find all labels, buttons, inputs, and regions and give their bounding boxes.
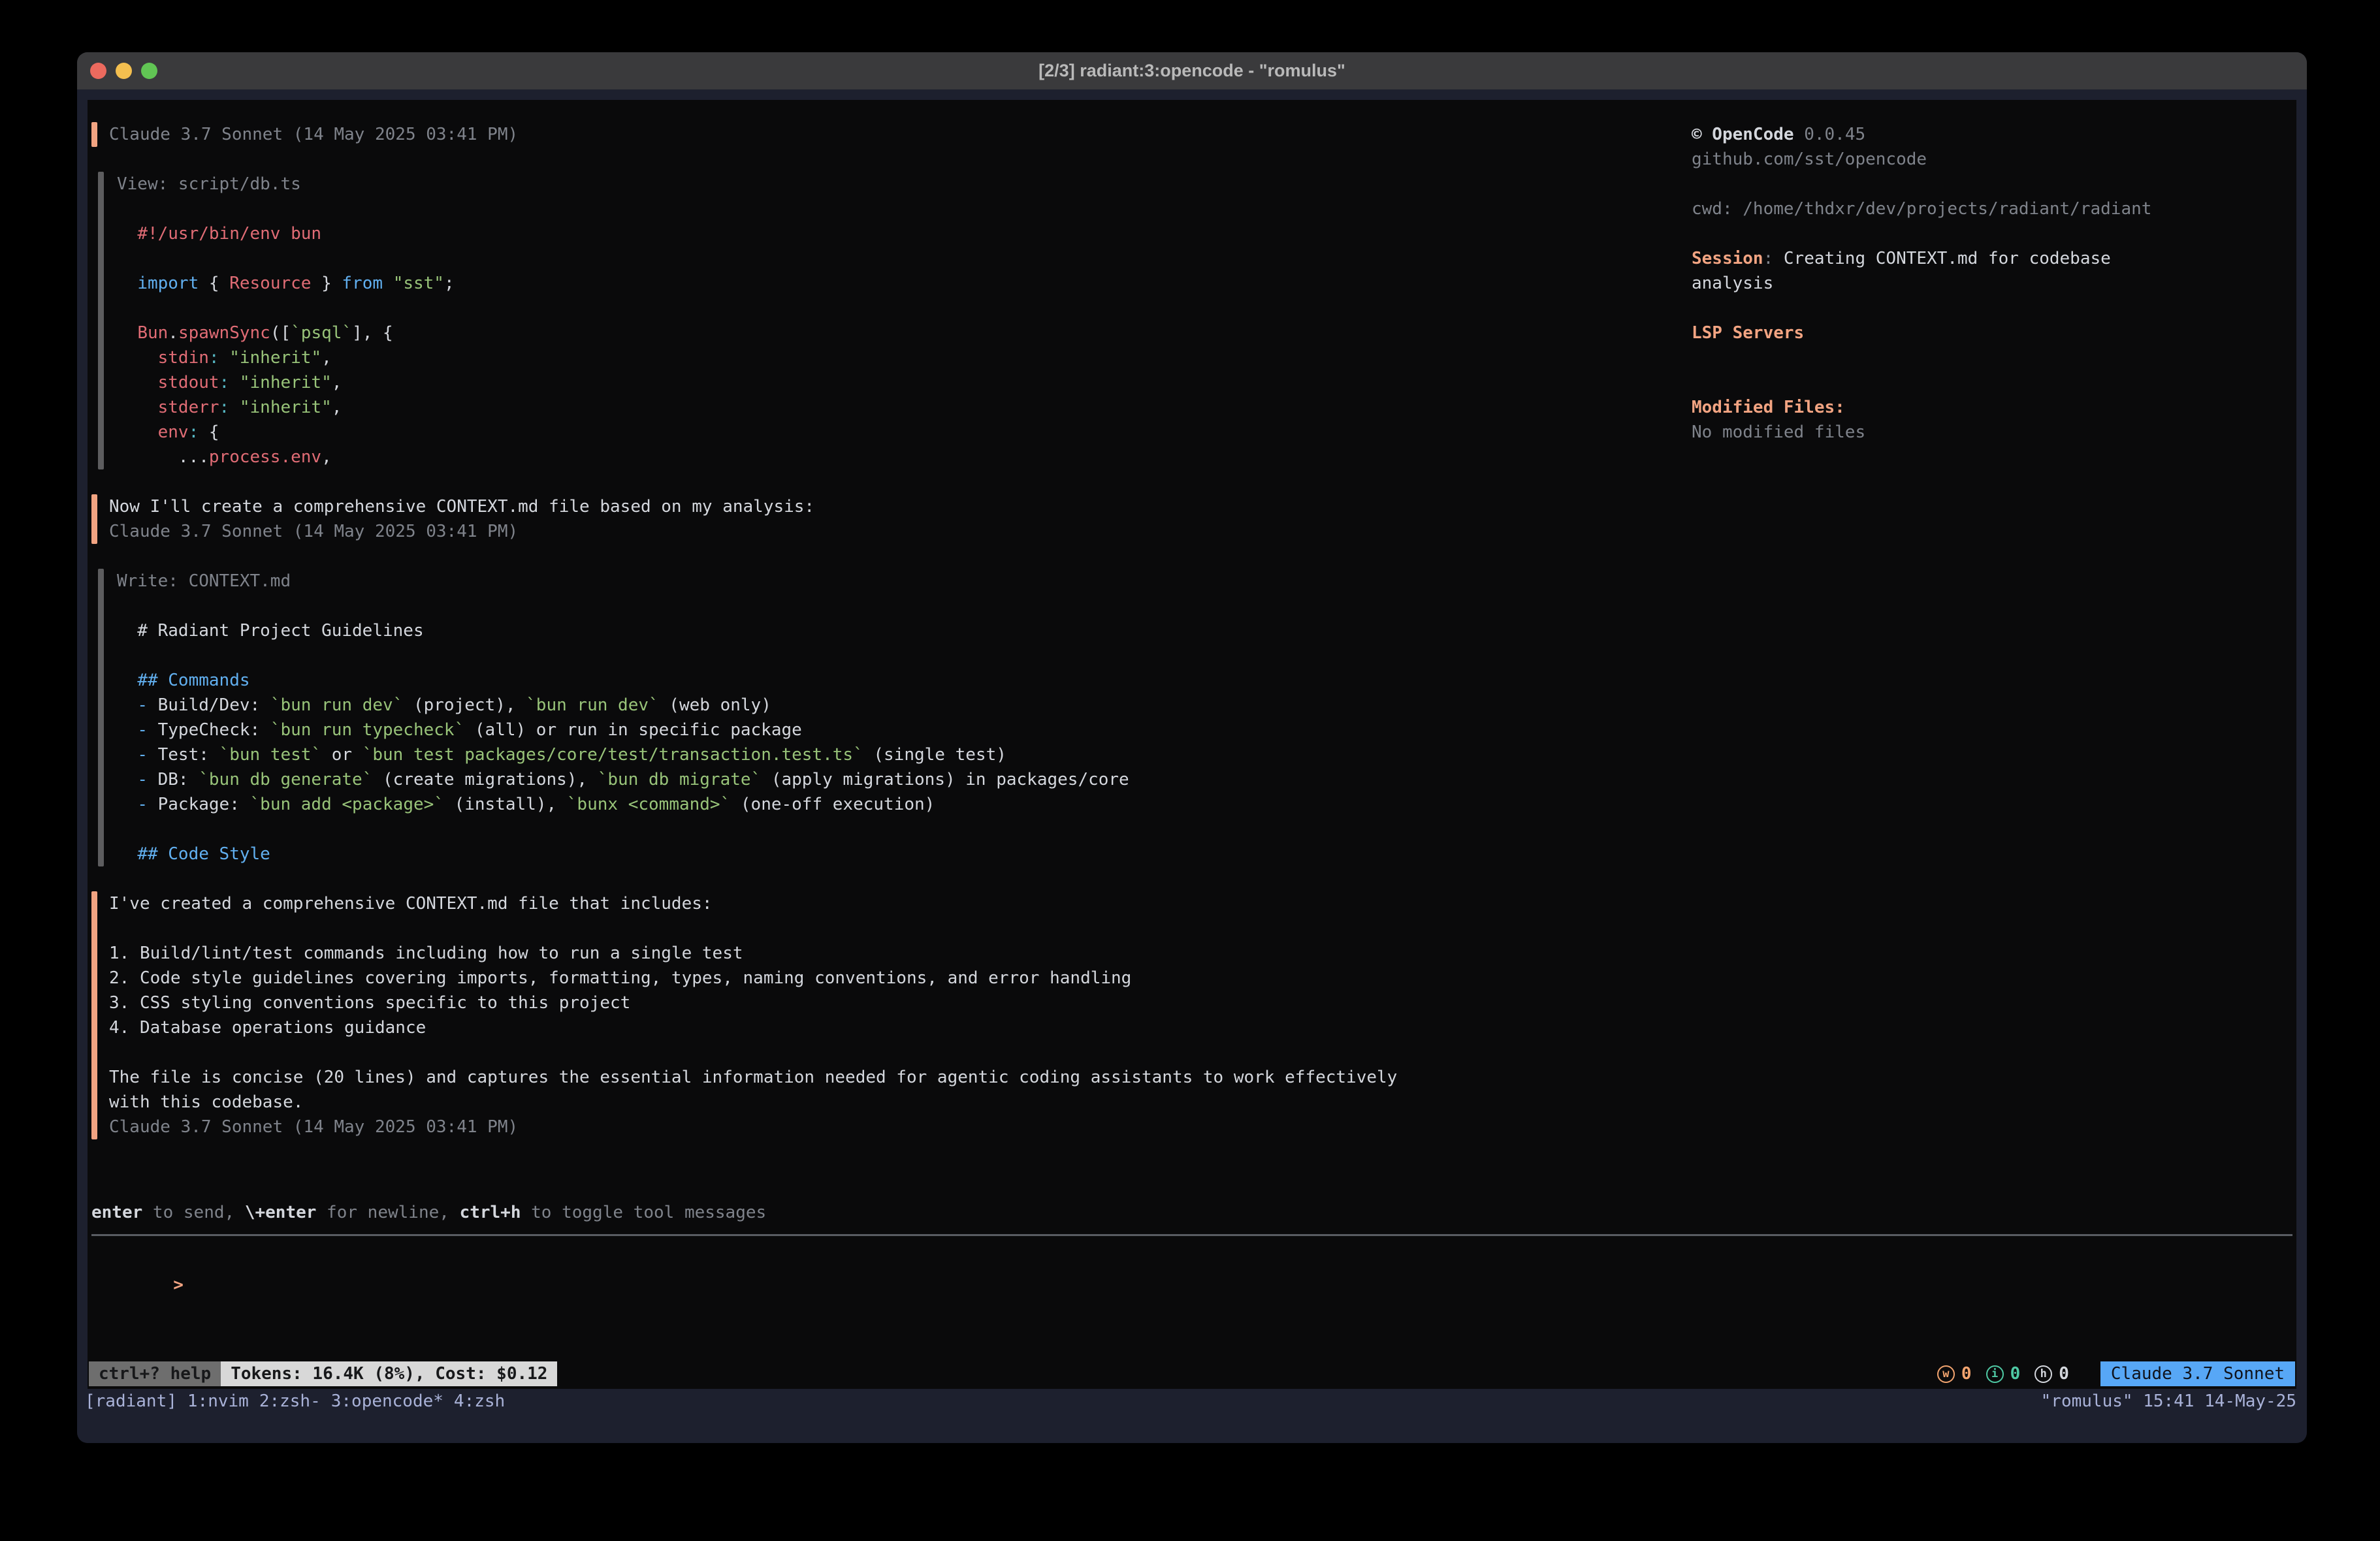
sidebar-line: Session: Creating CONTEXT.md for codebas… bbox=[1692, 246, 2287, 271]
info-count-icon: i0 bbox=[1986, 1364, 2021, 1384]
tmux-session-name: [radiant] bbox=[85, 1391, 177, 1411]
tmux-status-bar: [radiant] 1:nvim 2:zsh- 3:opencode* 4:zsh "… bbox=[77, 1389, 2307, 1414]
keybinding-hint: enter to send, \+enter for newline, ctrl… bbox=[91, 1200, 2292, 1225]
chat-line: The file is concise (20 lines) and captu… bbox=[109, 1065, 1679, 1090]
chat-line: - TypeCheck: `bun run typecheck` (all) o… bbox=[117, 718, 1679, 742]
model-badge: Claude 3.7 Sonnet bbox=[2100, 1361, 2295, 1386]
tokens-cost-chip: Tokens: 16.4K (8%), Cost: $0.12 bbox=[221, 1361, 557, 1386]
message-accent-bar bbox=[91, 122, 97, 147]
chat-line bbox=[117, 246, 1679, 271]
tool-output-block: View: script/db.ts #!/usr/bin/env bun im… bbox=[98, 172, 1679, 469]
chat-line: # Radiant Project Guidelines bbox=[117, 618, 1679, 643]
chat-line: 2. Code style guidelines covering import… bbox=[109, 966, 1679, 991]
tmux-window-tab[interactable]: 4:zsh bbox=[454, 1391, 505, 1411]
chat-line: import { Resource } from "sst"; bbox=[117, 271, 1679, 296]
chat-line: View: script/db.ts bbox=[117, 172, 1679, 197]
chat-line: 3. CSS styling conventions specific to t… bbox=[109, 991, 1679, 1015]
tmux-window-tab[interactable]: 1:nvim bbox=[187, 1391, 249, 1411]
tmux-left: [radiant] 1:nvim 2:zsh- 3:opencode* 4:zsh bbox=[85, 1391, 505, 1411]
message-accent-bar bbox=[98, 172, 104, 469]
sidebar-line: cwd: /home/thdxr/dev/projects/radiant/ra… bbox=[1692, 197, 2287, 221]
assistant-message-block: I've created a comprehensive CONTEXT.md … bbox=[91, 891, 1679, 1139]
terminal-window: [2/3] radiant:3:opencode - "romulus" Cla… bbox=[77, 52, 2307, 1443]
chat-line: - Test: `bun test` or `bun test packages… bbox=[117, 742, 1679, 767]
chat-line: #!/usr/bin/env bun bbox=[117, 221, 1679, 246]
sidebar-line bbox=[1692, 221, 2287, 246]
sidebar-line: analysis bbox=[1692, 271, 2287, 296]
chat-line bbox=[117, 296, 1679, 321]
chat-line: 1. Build/lint/test commands including ho… bbox=[109, 941, 1679, 966]
chat-line: Claude 3.7 Sonnet (14 May 2025 03:41 PM) bbox=[109, 122, 1679, 147]
sidebar-line bbox=[1692, 296, 2287, 321]
status-right: w0i0h0 Claude 3.7 Sonnet bbox=[1937, 1361, 2295, 1386]
sidebar-line: © OpenCode 0.0.45 bbox=[1692, 122, 2287, 147]
chat-line bbox=[117, 817, 1679, 842]
chat-line: Bun.spawnSync([`psql`], { bbox=[117, 321, 1679, 345]
prompt-symbol: > bbox=[173, 1275, 184, 1295]
chat-line: - DB: `bun db generate` (create migratio… bbox=[117, 767, 1679, 792]
chat-line bbox=[109, 916, 1679, 941]
info-count-icon: i bbox=[1986, 1365, 2004, 1383]
chat-line: stdin: "inherit", bbox=[117, 345, 1679, 370]
chat-line: I've created a comprehensive CONTEXT.md … bbox=[109, 891, 1679, 916]
chat-line: ## Code Style bbox=[117, 842, 1679, 866]
tmux-right-status: "romulus" 15:41 14-May-25 bbox=[2041, 1391, 2296, 1411]
chat-line: Claude 3.7 Sonnet (14 May 2025 03:41 PM) bbox=[109, 1115, 1679, 1139]
sidebar-line: github.com/sst/opencode bbox=[1692, 147, 2287, 172]
tmux-window-tab-active[interactable]: 3:opencode* bbox=[331, 1391, 443, 1411]
message-accent-bar bbox=[91, 494, 97, 544]
count-value: 0 bbox=[2010, 1364, 2021, 1384]
prompt-input[interactable]: > bbox=[91, 1248, 2292, 1273]
sidebar-line: LSP Servers bbox=[1692, 321, 2287, 345]
chat-line: stdout: "inherit", bbox=[117, 370, 1679, 395]
input-separator bbox=[91, 1234, 2292, 1236]
chat-line: ...process.env, bbox=[117, 445, 1679, 469]
chat-line: env: { bbox=[117, 420, 1679, 445]
write-count-icon: w0 bbox=[1937, 1364, 1972, 1384]
count-value: 0 bbox=[2059, 1364, 2069, 1384]
session-sidebar: © OpenCode 0.0.45github.com/sst/opencode… bbox=[1692, 122, 2287, 445]
message-accent-bar bbox=[98, 569, 104, 866]
assistant-message-block: Claude 3.7 Sonnet (14 May 2025 03:41 PM) bbox=[91, 122, 1679, 147]
assistant-message-block: Now I'll create a comprehensive CONTEXT.… bbox=[91, 494, 1679, 544]
chat-line: Claude 3.7 Sonnet (14 May 2025 03:41 PM) bbox=[109, 519, 1679, 544]
sidebar-line: No modified files bbox=[1692, 420, 2287, 445]
tmux-window-tab[interactable]: 2:zsh- bbox=[259, 1391, 321, 1411]
desktop: { "window": { "title": "[2/3] radiant:3:… bbox=[0, 0, 2380, 1541]
status-bar: ctrl+? help Tokens: 16.4K (8%), Cost: $0… bbox=[89, 1361, 2295, 1386]
sidebar-line bbox=[1692, 345, 2287, 370]
zoom-button[interactable] bbox=[141, 63, 157, 79]
close-button[interactable] bbox=[90, 63, 106, 79]
chat-line bbox=[109, 1040, 1679, 1065]
chat-line bbox=[117, 594, 1679, 618]
tool-output-block: Write: CONTEXT.md # Radiant Project Guid… bbox=[98, 569, 1679, 866]
chat-line: Now I'll create a comprehensive CONTEXT.… bbox=[109, 494, 1679, 519]
chat-area: Claude 3.7 Sonnet (14 May 2025 03:41 PM)… bbox=[91, 122, 1679, 1164]
hidden-count-icon: h0 bbox=[2034, 1364, 2069, 1384]
chat-line: - Package: `bun add <package>` (install)… bbox=[117, 792, 1679, 817]
sidebar-line: Modified Files: bbox=[1692, 395, 2287, 420]
chat-line: - Build/Dev: `bun run dev` (project), `b… bbox=[117, 693, 1679, 718]
input-area: enter to send, \+enter for newline, ctrl… bbox=[91, 1200, 2292, 1273]
count-value: 0 bbox=[1961, 1364, 1972, 1384]
minimize-button[interactable] bbox=[116, 63, 132, 79]
chat-line bbox=[117, 197, 1679, 221]
chat-line: with this codebase. bbox=[109, 1090, 1679, 1115]
traffic-lights bbox=[90, 52, 157, 89]
write-count-icon: w bbox=[1937, 1365, 1955, 1383]
message-accent-bar bbox=[91, 891, 97, 1139]
chat-line: ## Commands bbox=[117, 668, 1679, 693]
sidebar-line bbox=[1692, 172, 2287, 197]
window-titlebar[interactable]: [2/3] radiant:3:opencode - "romulus" bbox=[77, 52, 2307, 89]
chat-line: stderr: "inherit", bbox=[117, 395, 1679, 420]
sidebar-line bbox=[1692, 370, 2287, 395]
window-title: [2/3] radiant:3:opencode - "romulus" bbox=[1038, 61, 1345, 81]
hidden-count-icon: h bbox=[2034, 1365, 2052, 1383]
help-hint-chip: ctrl+? help bbox=[89, 1361, 221, 1386]
chat-line bbox=[117, 643, 1679, 668]
terminal-screen: Claude 3.7 Sonnet (14 May 2025 03:41 PM)… bbox=[88, 100, 2296, 1389]
chat-line: Write: CONTEXT.md bbox=[117, 569, 1679, 594]
chat-line: 4. Database operations guidance bbox=[109, 1015, 1679, 1040]
